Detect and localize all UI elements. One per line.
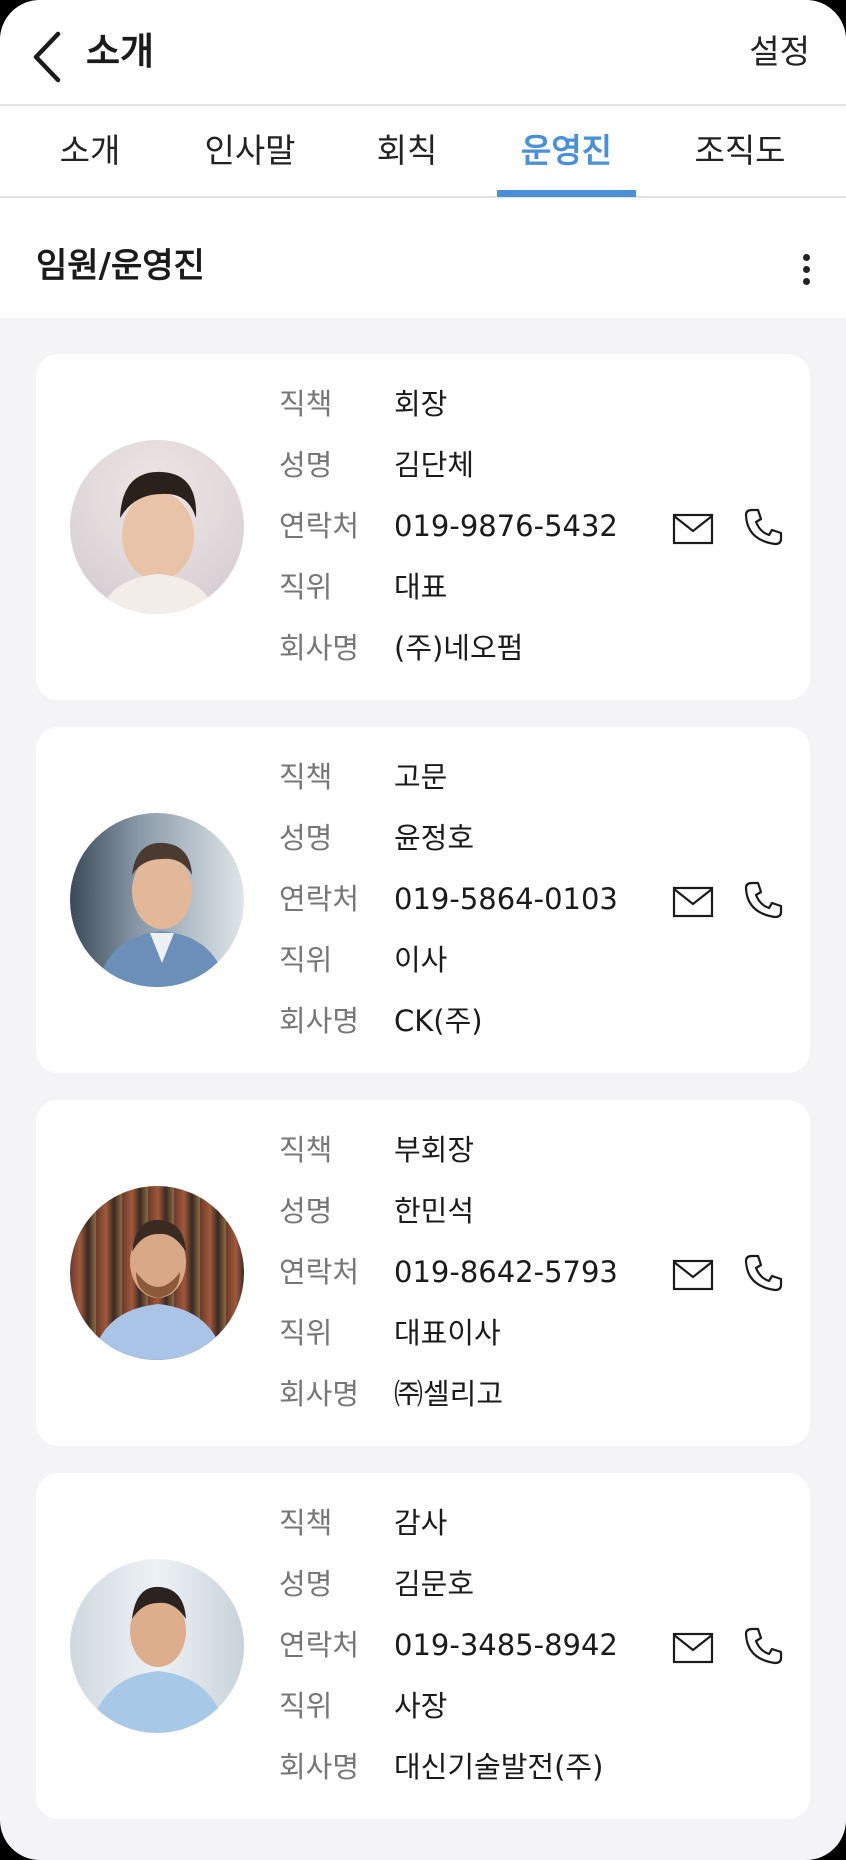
page-title: 소개 — [86, 30, 155, 73]
company-value: 대신기술발전(주) — [394, 1750, 604, 1784]
rank-label: 직위 — [279, 570, 333, 604]
contact-label: 연락처 — [279, 1255, 360, 1289]
mail-icon[interactable] — [672, 1258, 714, 1292]
rank-value: 대표이사 — [394, 1316, 501, 1350]
company-label: 회사명 — [279, 1750, 360, 1784]
rank-value: 이사 — [394, 943, 448, 977]
position-label: 직책 — [279, 1506, 333, 1540]
position-value: 회장 — [394, 387, 448, 421]
rank-label: 직위 — [279, 943, 333, 977]
back-arrow-icon[interactable] — [28, 28, 68, 86]
company-label: 회사명 — [279, 631, 360, 665]
contact-label: 연락처 — [279, 509, 360, 543]
name-label: 성명 — [279, 448, 333, 482]
rank-label: 직위 — [279, 1316, 333, 1350]
contact-value[interactable]: 019-5864-0103 — [394, 879, 618, 919]
contact-label: 연락처 — [279, 882, 360, 916]
mail-icon[interactable] — [672, 1631, 714, 1665]
rank-value: 대표 — [394, 570, 448, 604]
tab-org-chart[interactable]: 조직도 — [680, 106, 800, 196]
position-value: 부회장 — [394, 1133, 475, 1167]
name-value: 김단체 — [394, 448, 475, 482]
settings-button[interactable]: 설정 — [749, 22, 810, 82]
member-avatar — [70, 1559, 244, 1733]
contact-value[interactable]: 019-3485-8942 — [394, 1625, 618, 1665]
member-avatar — [70, 1186, 244, 1360]
screen: 소개 설정 소개 인사말 회칙 운영진 조직도 임원/운영진 직책 회장 성명 … — [0, 0, 846, 1860]
app-header: 소개 설정 — [0, 0, 846, 106]
member-card: 직책 감사 성명 김문호 연락처 019-3485-8942 직위 사장 회사명… — [36, 1473, 810, 1819]
company-label: 회사명 — [279, 1004, 360, 1038]
company-label: 회사명 — [279, 1377, 360, 1411]
section-header: 임원/운영진 — [0, 198, 846, 318]
phone-icon[interactable] — [743, 1626, 783, 1666]
rank-value: 사장 — [394, 1689, 448, 1723]
kebab-menu-icon[interactable] — [796, 248, 818, 292]
member-card: 직책 부회장 성명 한민석 연락처 019-8642-5793 직위 대표이사 … — [36, 1100, 810, 1446]
phone-icon[interactable] — [743, 1253, 783, 1293]
name-label: 성명 — [279, 821, 333, 855]
position-label: 직책 — [279, 387, 333, 421]
name-value: 한민석 — [394, 1194, 475, 1228]
name-label: 성명 — [279, 1194, 333, 1228]
contact-label: 연락처 — [279, 1628, 360, 1662]
active-tab-indicator — [497, 190, 636, 197]
member-card: 직책 고문 성명 윤정호 연락처 019-5864-0103 직위 이사 회사명… — [36, 727, 810, 1073]
position-value: 고문 — [394, 760, 448, 794]
name-value: 윤정호 — [394, 821, 475, 855]
company-value: ㈜셀리고 — [394, 1377, 504, 1411]
mail-icon[interactable] — [672, 885, 714, 919]
contact-value[interactable]: 019-9876-5432 — [394, 506, 618, 546]
name-label: 성명 — [279, 1567, 333, 1601]
tab-bylaws[interactable]: 회칙 — [357, 106, 457, 196]
tab-bar: 소개 인사말 회칙 운영진 조직도 — [0, 106, 846, 198]
tab-greeting[interactable]: 인사말 — [190, 106, 310, 196]
contact-value[interactable]: 019-8642-5793 — [394, 1252, 618, 1292]
tab-executives[interactable]: 운영진 — [497, 106, 636, 196]
company-value: CK(주) — [394, 1004, 483, 1038]
position-label: 직책 — [279, 1133, 333, 1167]
tab-intro[interactable]: 소개 — [40, 106, 140, 196]
mail-icon[interactable] — [672, 512, 714, 546]
member-avatar — [70, 813, 244, 987]
position-value: 감사 — [394, 1506, 448, 1540]
member-avatar — [70, 440, 244, 614]
rank-label: 직위 — [279, 1689, 333, 1723]
company-value: (주)네오펌 — [394, 631, 524, 665]
section-title: 임원/운영진 — [36, 246, 205, 286]
phone-icon[interactable] — [743, 507, 783, 547]
position-label: 직책 — [279, 760, 333, 794]
member-card: 직책 회장 성명 김단체 연락처 019-9876-5432 직위 대표 회사명… — [36, 354, 810, 700]
name-value: 김문호 — [394, 1567, 475, 1601]
phone-icon[interactable] — [743, 880, 783, 920]
